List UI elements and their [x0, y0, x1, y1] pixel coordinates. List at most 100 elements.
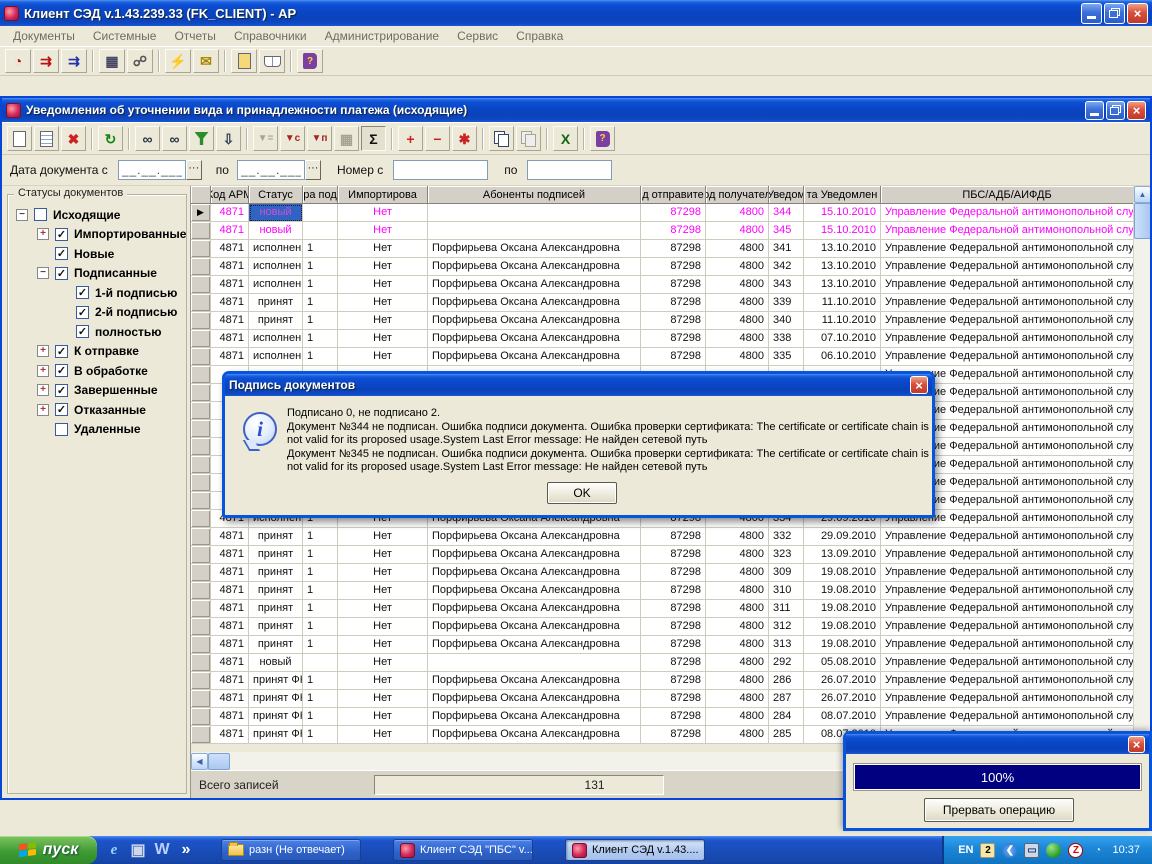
cell-arm[interactable]: 4871 — [211, 528, 249, 546]
cell-abonent[interactable]: Порфирьева Оксана Александровна — [428, 726, 641, 744]
close-button[interactable]: × — [1127, 3, 1148, 24]
cell-date[interactable]: 19.08.2010 — [804, 618, 881, 636]
tree-expander-icon[interactable]: + — [37, 404, 49, 416]
table-row[interactable]: 4871новыйНет87298480029205.08.2010Управл… — [191, 654, 1134, 672]
tree-item-label[interactable]: Отказанные — [74, 403, 146, 417]
word-icon[interactable]: W — [153, 841, 171, 859]
table-row[interactable]: 4871принят1НетПорфирьева Оксана Александ… — [191, 618, 1134, 636]
tree-expander-icon[interactable]: − — [16, 209, 28, 221]
cell-abonent[interactable]: Порфирьева Оксана Александровна — [428, 294, 641, 312]
cell-abonent[interactable] — [428, 204, 641, 222]
cell-arm[interactable]: 4871 — [211, 582, 249, 600]
cell-rcv[interactable]: 4800 — [706, 726, 769, 744]
cell-rcv[interactable]: 4800 — [706, 528, 769, 546]
tree-checkbox[interactable]: ✓ — [55, 267, 68, 280]
row-selector-cell[interactable] — [191, 276, 211, 294]
tree-checkbox[interactable] — [55, 423, 68, 436]
cell-status[interactable]: исполнен — [249, 276, 303, 294]
cell-n[interactable]: 338 — [769, 330, 804, 348]
table-row[interactable]: 4871исполнен1НетПорфирьева Оксана Алекса… — [191, 258, 1134, 276]
cell-status[interactable]: принят ФК — [249, 672, 303, 690]
cell-imp[interactable]: Нет — [338, 546, 428, 564]
cell-pbs[interactable]: Управление Федеральной антимонопольной с… — [881, 312, 1134, 330]
cell-imp[interactable]: Нет — [338, 348, 428, 366]
cell-status[interactable]: принят — [249, 564, 303, 582]
cell-n[interactable]: 311 — [769, 600, 804, 618]
cell-abonent[interactable]: Порфирьева Оксана Александровна — [428, 312, 641, 330]
filter-icon[interactable] — [189, 126, 214, 151]
cell-arm[interactable]: 4871 — [211, 204, 249, 222]
cell-n[interactable]: 312 — [769, 618, 804, 636]
display-icon[interactable]: ▭ — [1024, 843, 1039, 858]
cell-abonent[interactable]: Порфирьева Оксана Александровна — [428, 600, 641, 618]
cell-pbs[interactable]: Управление Федеральной антимонопольной с… — [881, 636, 1134, 654]
row-selector-cell[interactable] — [191, 294, 211, 312]
tree-checkbox[interactable]: ✓ — [55, 384, 68, 397]
timer-icon[interactable]: ◔ — [5, 49, 31, 73]
cell-rcv[interactable]: 4800 — [706, 582, 769, 600]
cell-status[interactable]: принят — [249, 528, 303, 546]
column-header-snd[interactable]: д отправите — [641, 186, 706, 204]
cell-abonent[interactable]: Порфирьева Оксана Александровна — [428, 276, 641, 294]
column-header-pbs[interactable]: ПБС/АДБ/АИФДБ — [881, 186, 1134, 204]
cell-abonent[interactable]: Порфирьева Оксана Александровна — [428, 258, 641, 276]
cell-pbs[interactable]: Управление Федеральной антимонопольной с… — [881, 690, 1134, 708]
cell-n[interactable]: 286 — [769, 672, 804, 690]
cell-snd[interactable]: 87298 — [641, 654, 706, 672]
date-from-input[interactable] — [118, 160, 186, 180]
menu-item-документы[interactable]: Документы — [4, 27, 84, 45]
cell-status[interactable]: принят — [249, 600, 303, 618]
row-selector-cell[interactable] — [191, 384, 211, 402]
cell-pbs[interactable]: Управление Федеральной антимонопольной с… — [881, 546, 1134, 564]
cell-status[interactable]: исполнен — [249, 258, 303, 276]
cell-num[interactable]: 1 — [303, 312, 338, 330]
table-row[interactable]: ▶4871новыйНет87298480034415.10.2010Управ… — [191, 204, 1134, 222]
cell-date[interactable]: 15.10.2010 — [804, 204, 881, 222]
new-document-icon[interactable] — [7, 126, 32, 151]
cell-arm[interactable]: 4871 — [211, 618, 249, 636]
cell-num[interactable]: 1 — [303, 276, 338, 294]
scheduler-icon[interactable]: ◔ — [1090, 843, 1105, 858]
cell-imp[interactable]: Нет — [338, 294, 428, 312]
row-selector-cell[interactable] — [191, 312, 211, 330]
table-row[interactable]: 4871принят ФК1НетПорфирьева Оксана Алекс… — [191, 708, 1134, 726]
cell-pbs[interactable]: Управление Федеральной антимонопольной с… — [881, 276, 1134, 294]
cell-imp[interactable]: Нет — [338, 528, 428, 546]
cell-arm[interactable]: 4871 — [211, 258, 249, 276]
ok-button[interactable]: OK — [547, 482, 617, 504]
cell-status[interactable]: принят — [249, 582, 303, 600]
cell-num[interactable]: 1 — [303, 348, 338, 366]
cell-num[interactable]: 1 — [303, 582, 338, 600]
tree-item-label[interactable]: В обработке — [74, 364, 148, 378]
language-indicator[interactable]: EN — [958, 844, 973, 856]
cell-abonent[interactable]: Порфирьева Оксана Александровна — [428, 348, 641, 366]
cell-n[interactable]: 287 — [769, 690, 804, 708]
cell-num[interactable]: 1 — [303, 294, 338, 312]
notepad-icon[interactable] — [231, 49, 257, 73]
tree-item-label[interactable]: полностью — [95, 325, 162, 339]
start-button[interactable]: пуск — [0, 836, 97, 864]
cell-rcv[interactable]: 4800 — [706, 546, 769, 564]
cell-snd[interactable]: 87298 — [641, 708, 706, 726]
table-row[interactable]: 4871исполнен1НетПорфирьева Оксана Алекса… — [191, 276, 1134, 294]
table-row[interactable]: 4871принят1НетПорфирьева Оксана Александ… — [191, 636, 1134, 654]
cell-status[interactable]: новый — [249, 222, 303, 240]
cell-arm[interactable]: 4871 — [211, 672, 249, 690]
keyboard-icon[interactable]: 2 — [980, 843, 995, 858]
cancel-operation-button[interactable]: Прервать операцию — [924, 798, 1074, 822]
cell-pbs[interactable]: Управление Федеральной антимонопольной с… — [881, 204, 1134, 222]
number-from-input[interactable] — [393, 160, 488, 180]
menu-item-справка[interactable]: Справка — [507, 27, 572, 45]
edit-row-icon[interactable]: ✱ — [452, 126, 477, 151]
cell-rcv[interactable]: 4800 — [706, 708, 769, 726]
cell-snd[interactable]: 87298 — [641, 348, 706, 366]
row-selector-cell[interactable] — [191, 456, 211, 474]
cell-imp[interactable]: Нет — [338, 672, 428, 690]
cell-status[interactable]: принят — [249, 636, 303, 654]
paste-icon[interactable] — [516, 126, 541, 151]
column-header-arm[interactable]: Код АРМ — [211, 186, 249, 204]
column-header-num[interactable]: ра под — [303, 186, 338, 204]
cell-n[interactable]: 332 — [769, 528, 804, 546]
scroll-left-button[interactable]: ◀ — [191, 753, 208, 770]
cell-date[interactable]: 08.07.2010 — [804, 708, 881, 726]
